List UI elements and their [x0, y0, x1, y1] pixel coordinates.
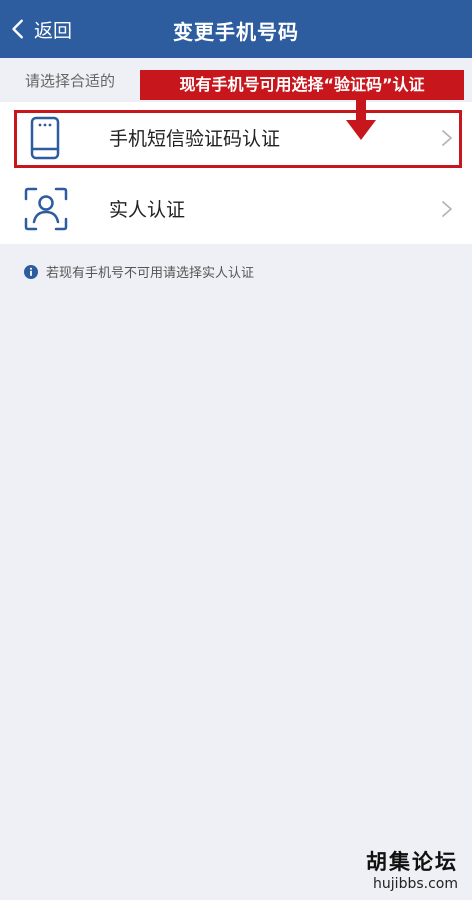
chevron-right-icon	[442, 129, 452, 146]
footnote-text: 若现有手机号不可用请选择实人认证	[46, 266, 255, 281]
annotation-callout: 现有手机号可用选择“验证码”认证	[140, 70, 464, 100]
site-watermark: 胡集论坛 hujibbs.com	[366, 846, 458, 892]
face-scan-icon	[24, 187, 68, 230]
watermark-name: 胡集论坛	[366, 850, 458, 874]
select-method-hint: 请选择合适的	[25, 72, 116, 90]
info-icon	[24, 264, 38, 279]
verification-options-list: 手机短信验证码认证 实人认证	[0, 102, 472, 244]
watermark-url: hujibbs.com	[373, 876, 458, 892]
phone-icon	[30, 116, 60, 159]
page-title: 变更手机号码	[173, 20, 299, 44]
footnote: 若现有手机号不可用请选择实人认证	[24, 262, 254, 281]
option-label: 实人认证	[109, 199, 186, 221]
chevron-right-icon	[442, 200, 452, 217]
arrow-down-icon	[346, 98, 376, 140]
option-sms-verification[interactable]: 手机短信验证码认证	[0, 102, 472, 173]
option-face-verification[interactable]: 实人认证	[0, 173, 472, 244]
option-label: 手机短信验证码认证	[109, 128, 281, 150]
top-nav-bar: 返回 变更手机号码	[0, 0, 472, 58]
